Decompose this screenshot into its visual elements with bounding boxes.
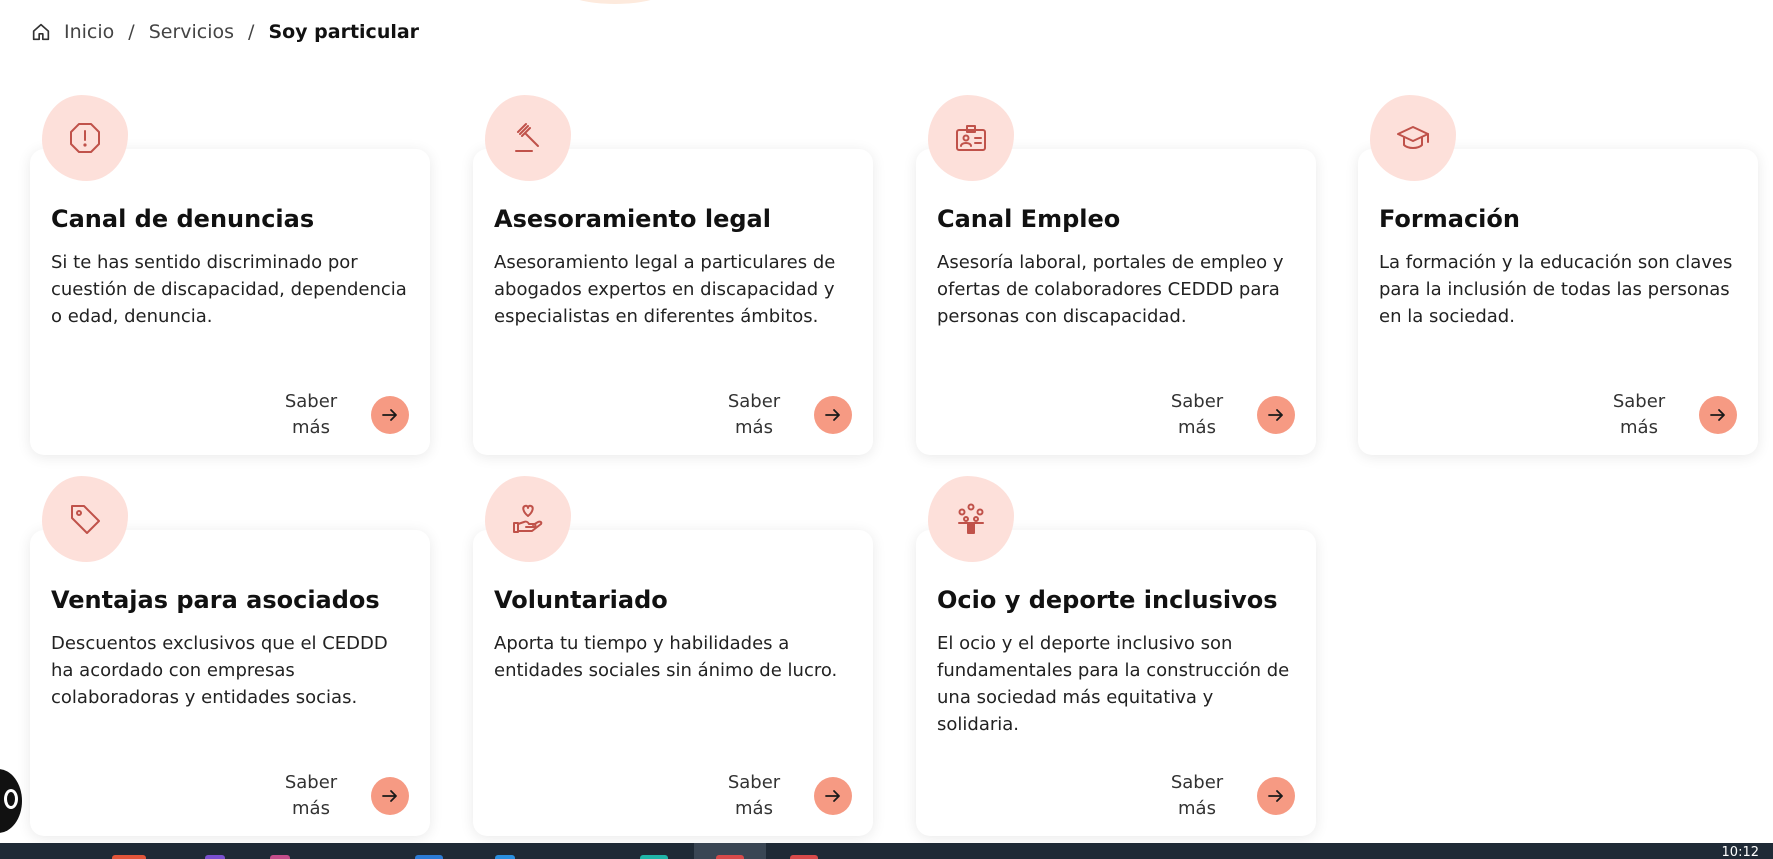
- arrow-right-button[interactable]: [1257, 777, 1295, 815]
- breadcrumb-link-servicios[interactable]: Servicios: [149, 21, 234, 43]
- breadcrumb-link-inicio[interactable]: Inicio: [64, 21, 114, 43]
- gavel-icon: [485, 95, 571, 181]
- hand-heart-icon: [485, 476, 571, 562]
- service-card-formacion: Formación La formación y la educación so…: [1358, 95, 1758, 455]
- saber-mas-link[interactable]: Saber más: [1166, 770, 1228, 822]
- taskbar: [0, 843, 1773, 859]
- service-card-canal-empleo: Canal Empleo Asesoría laboral, portales …: [916, 95, 1316, 455]
- chat-widget-button[interactable]: [0, 769, 22, 833]
- home-icon[interactable]: [30, 21, 52, 43]
- breadcrumb: Inicio / Servicios / Soy particular: [30, 20, 419, 44]
- card-title: Ventajas para asociados: [51, 586, 380, 614]
- arrow-right-button[interactable]: [814, 396, 852, 434]
- saber-mas-link[interactable]: Saber más: [723, 389, 785, 441]
- arrow-right-button[interactable]: [814, 777, 852, 815]
- service-card-ventajas-asociados: Ventajas para asociados Descuentos exclu…: [30, 476, 430, 836]
- breadcrumb-separator: /: [248, 21, 255, 43]
- card-title: Asesoramiento legal: [494, 205, 771, 233]
- alert-octagon-icon: [42, 95, 128, 181]
- tag-icon: [42, 476, 128, 562]
- card-title: Canal Empleo: [937, 205, 1121, 233]
- balloons-icon: [928, 476, 1014, 562]
- card-description: Asesoría laboral, portales de empleo y o…: [937, 252, 1284, 327]
- card-description: Asesoramiento legal a particulares de ab…: [494, 252, 836, 327]
- chat-icon: [4, 789, 18, 809]
- saber-mas-link[interactable]: Saber más: [1166, 389, 1228, 441]
- card-description: La formación y la educación son claves p…: [1379, 252, 1733, 327]
- taskbar-app-icon[interactable]: [640, 855, 668, 859]
- card-description: Si te has sentido discriminado por cuest…: [51, 252, 407, 327]
- arrow-right-button[interactable]: [1257, 396, 1295, 434]
- taskbar-app-icon[interactable]: [790, 855, 818, 859]
- card-title: Formación: [1379, 205, 1520, 233]
- saber-mas-link[interactable]: Saber más: [723, 770, 785, 822]
- card-description: Descuentos exclusivos que el CEDDD ha ac…: [51, 633, 388, 708]
- taskbar-app-icon[interactable]: [270, 855, 290, 859]
- service-card-asesoramiento-legal: Asesoramiento legal Asesoramiento legal …: [473, 95, 873, 455]
- id-card-icon: [928, 95, 1014, 181]
- taskbar-app-icon[interactable]: [205, 855, 225, 859]
- taskbar-app-icon[interactable]: [495, 855, 515, 859]
- card-description: El ocio y el deporte inclusivo son funda…: [937, 633, 1290, 735]
- saber-mas-link[interactable]: Saber más: [280, 770, 342, 822]
- graduation-cap-icon: [1370, 95, 1456, 181]
- taskbar-app-icon[interactable]: [112, 855, 146, 859]
- card-description: Aporta tu tiempo y habilidades a entidad…: [494, 633, 838, 681]
- saber-mas-link[interactable]: Saber más: [1608, 389, 1670, 441]
- arrow-right-button[interactable]: [371, 777, 409, 815]
- breadcrumb-separator: /: [128, 21, 135, 43]
- taskbar-clock[interactable]: 10:12: [1722, 846, 1759, 859]
- service-card-voluntariado: Voluntariado Aporta tu tiempo y habilida…: [473, 476, 873, 836]
- saber-mas-link[interactable]: Saber más: [280, 389, 342, 441]
- taskbar-app-icon[interactable]: [415, 855, 443, 859]
- arrow-right-button[interactable]: [1699, 396, 1737, 434]
- service-card-canal-denuncias: Canal de denuncias Si te has sentido dis…: [30, 95, 430, 455]
- arrow-right-button[interactable]: [371, 396, 409, 434]
- decorative-blob: [560, 0, 670, 4]
- breadcrumb-current: Soy particular: [268, 21, 420, 43]
- card-title: Voluntariado: [494, 586, 668, 614]
- taskbar-app-icon[interactable]: [716, 855, 744, 859]
- card-title: Canal de denuncias: [51, 205, 315, 233]
- service-card-ocio-deporte: Ocio y deporte inclusivos El ocio y el d…: [916, 476, 1316, 836]
- card-title: Ocio y deporte inclusivos: [937, 586, 1278, 614]
